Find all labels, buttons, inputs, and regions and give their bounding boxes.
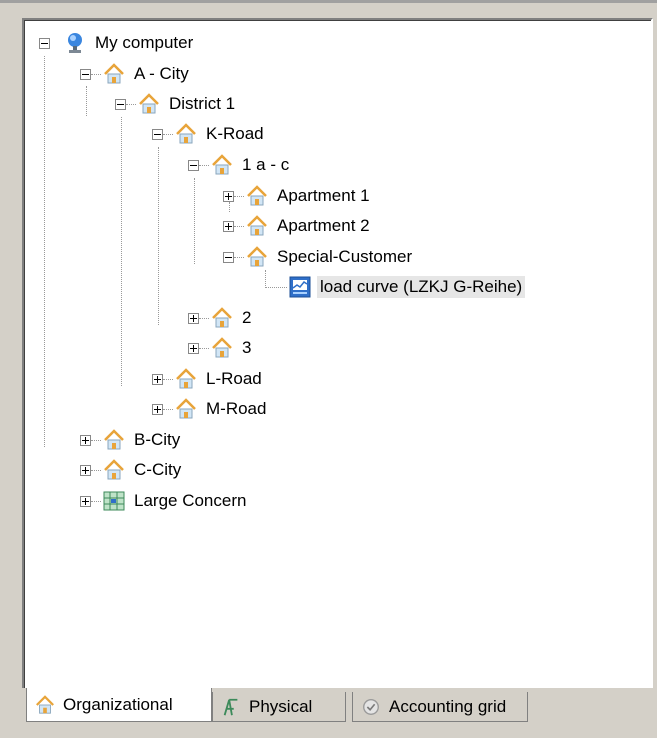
- tree-item-l-road[interactable]: L-Road: [152, 366, 265, 392]
- collapse-toggle[interactable]: [152, 128, 163, 140]
- tree-item-label: 3: [242, 338, 252, 357]
- app-window: My computer A - City District 1 K-Road 1…: [0, 0, 657, 738]
- tree-canvas: My computer A - City District 1 K-Road 1…: [24, 20, 651, 689]
- expand-toggle[interactable]: [223, 190, 234, 202]
- tree-connector: [163, 378, 173, 380]
- tab-label: Physical: [249, 696, 313, 716]
- tree-item-label: District 1: [169, 94, 236, 113]
- tab-label: Accounting grid: [389, 696, 507, 716]
- house-icon: [212, 307, 232, 328]
- tree-item-label: 2: [242, 308, 252, 327]
- tree-item-label: B-City: [134, 430, 181, 449]
- tree-connector: [199, 347, 209, 349]
- tree-item-3[interactable]: 3: [188, 335, 254, 361]
- house-icon: [104, 63, 124, 84]
- tree-connector: [126, 103, 136, 105]
- tree-item-2[interactable]: 2: [188, 305, 254, 331]
- tree-item-apartment-2[interactable]: Apartment 2: [223, 213, 373, 239]
- tree-connector: [234, 256, 244, 258]
- tree-item-label: M-Road: [206, 399, 267, 418]
- house-icon: [212, 154, 232, 175]
- expand-toggle[interactable]: [188, 312, 199, 324]
- tab-accounting-grid[interactable]: Accounting grid: [352, 692, 528, 722]
- tree-item-apartment-1[interactable]: Apartment 1: [223, 183, 373, 209]
- tree-item-load-curve[interactable]: load curve (LZKJ G-Reihe): [265, 274, 526, 300]
- tree-item-label: K-Road: [206, 124, 264, 143]
- tree-connector: [234, 195, 244, 197]
- house-icon: [104, 429, 124, 450]
- house-icon: [212, 337, 232, 358]
- tree-connector: [163, 408, 173, 410]
- tree-connector: [199, 317, 209, 319]
- tree-item-district-1[interactable]: District 1: [115, 91, 238, 117]
- house-icon: [247, 185, 267, 206]
- collapse-toggle[interactable]: [188, 159, 199, 171]
- tree-view[interactable]: My computer A - City District 1 K-Road 1…: [22, 18, 653, 691]
- tree-line: [194, 178, 195, 264]
- collapse-toggle[interactable]: [115, 98, 126, 110]
- expand-toggle[interactable]: [188, 342, 199, 354]
- house-icon: [176, 123, 196, 144]
- expand-toggle[interactable]: [152, 373, 163, 385]
- tree-item-k-road[interactable]: K-Road: [152, 121, 267, 147]
- tree-item-label: A - City: [134, 64, 189, 83]
- tree-item-label: Apartment 1: [277, 186, 370, 205]
- house-icon: [247, 215, 267, 236]
- tree-item-b-city[interactable]: B-City: [80, 427, 183, 453]
- tree-connector: [91, 469, 101, 471]
- expand-toggle[interactable]: [80, 464, 91, 476]
- tree-connector: [234, 225, 244, 227]
- tree-item-a-city[interactable]: A - City: [80, 61, 192, 87]
- tab-bar: Organizational Physical Accounting grid: [0, 688, 657, 738]
- collapse-toggle[interactable]: [223, 251, 234, 263]
- top-border: [0, 0, 657, 3]
- tree-item-label: load curve (LZKJ G-Reihe): [317, 276, 526, 298]
- tree-item-my-computer[interactable]: My computer: [39, 30, 196, 56]
- expand-toggle[interactable]: [80, 495, 91, 507]
- physical-grid-icon: [223, 698, 238, 715]
- collapse-toggle[interactable]: [80, 68, 91, 80]
- tree-item-m-road[interactable]: M-Road: [152, 396, 269, 422]
- house-icon: [104, 459, 124, 480]
- tab-organizational[interactable]: Organizational: [26, 688, 212, 722]
- tree-connector: [163, 133, 173, 135]
- expand-toggle[interactable]: [152, 403, 163, 415]
- tree-item-label: Special-Customer: [277, 247, 413, 266]
- house-icon: [247, 246, 267, 267]
- tab-physical[interactable]: Physical: [212, 692, 346, 722]
- tree-line: [121, 117, 122, 386]
- tree-connector: [199, 164, 209, 166]
- tree-item-label: L-Road: [206, 369, 262, 388]
- tree-connector: [91, 73, 101, 75]
- tree-item-large-concern[interactable]: Large Concern: [80, 488, 249, 514]
- tree-item-label: 1 a - c: [242, 155, 290, 174]
- tree-item-label: Apartment 2: [277, 216, 370, 235]
- expand-toggle[interactable]: [223, 220, 234, 232]
- collapse-toggle[interactable]: [39, 37, 50, 49]
- tree-item-label: Large Concern: [134, 491, 247, 510]
- house-icon: [36, 694, 54, 714]
- load-curve-icon: [289, 276, 311, 298]
- tree-item-label: My computer: [95, 33, 194, 52]
- tree-line: [44, 56, 45, 447]
- house-icon: [176, 398, 196, 419]
- accounting-grid-icon: [363, 698, 379, 715]
- tree-item-special-customer[interactable]: Special-Customer: [223, 244, 415, 270]
- computer-icon: [68, 33, 82, 53]
- concern-map-icon: [103, 491, 125, 511]
- tree-connector: [91, 500, 101, 502]
- tree-item-label: C-City: [134, 460, 182, 479]
- house-icon: [139, 93, 159, 114]
- tree-connector: [265, 286, 287, 288]
- tree-line: [86, 86, 87, 116]
- house-icon: [176, 368, 196, 389]
- tree-item-1-a-c[interactable]: 1 a - c: [188, 152, 292, 178]
- tree-line: [158, 147, 159, 325]
- expand-toggle[interactable]: [80, 434, 91, 446]
- tree-item-c-city[interactable]: C-City: [80, 457, 184, 483]
- tree-connector: [91, 439, 101, 441]
- tab-label: Organizational: [63, 694, 173, 714]
